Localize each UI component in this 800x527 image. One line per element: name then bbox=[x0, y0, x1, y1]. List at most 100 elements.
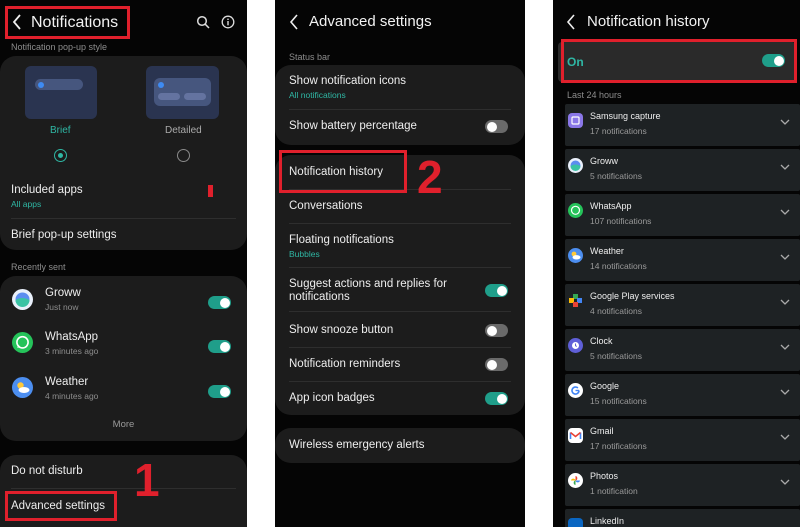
floating-notifications-sub: Bubbles bbox=[289, 249, 320, 259]
notification-history-screen: Notification history On Last 24 hours 3 … bbox=[553, 0, 800, 527]
history-count: 4 notifications bbox=[590, 306, 642, 316]
status-bar-card: Show notification icons All notification… bbox=[275, 65, 525, 145]
back-button[interactable] bbox=[565, 13, 577, 31]
notifications-screen: Notifications Notification pop-up style … bbox=[0, 0, 247, 527]
chevron-down-icon[interactable] bbox=[780, 118, 790, 126]
step-number-2: 2 bbox=[417, 151, 443, 203]
annotation-box-title bbox=[5, 6, 130, 39]
show-battery-percentage[interactable]: Show battery percentage bbox=[289, 120, 417, 132]
recent-app-row-whatsapp[interactable]: WhatsApp 3 minutes ago bbox=[0, 326, 247, 364]
whatsapp-icon bbox=[12, 332, 33, 353]
history-count: 1 notification bbox=[590, 486, 638, 496]
weather-toggle[interactable] bbox=[208, 385, 231, 398]
brief-preview[interactable] bbox=[25, 66, 97, 119]
divider bbox=[289, 311, 511, 312]
badges-toggle[interactable] bbox=[485, 392, 508, 405]
more-button[interactable]: More bbox=[0, 419, 247, 430]
do-not-disturb[interactable]: Do not disturb bbox=[11, 465, 83, 477]
divider bbox=[289, 267, 511, 268]
history-count: 107 notifications bbox=[590, 216, 652, 226]
history-app-name: Gmail bbox=[590, 426, 614, 436]
show-notification-icons[interactable]: Show notification icons bbox=[289, 75, 406, 87]
divider bbox=[289, 109, 511, 110]
divider bbox=[289, 381, 511, 382]
history-app-name: Google Play services bbox=[590, 291, 675, 301]
suggest-actions[interactable]: Suggest actions and replies for notifica… bbox=[289, 278, 469, 304]
chevron-left-icon bbox=[289, 14, 298, 30]
clock-icon bbox=[568, 338, 583, 353]
info-icon bbox=[221, 15, 235, 29]
chevron-down-icon[interactable] bbox=[780, 163, 790, 171]
history-item-linkedin[interactable]: LinkedIn bbox=[565, 509, 800, 527]
groww-toggle[interactable] bbox=[208, 296, 231, 309]
app-icon-badges[interactable]: App icon badges bbox=[289, 392, 375, 404]
popup-style-card: Brief Detailed Included apps All apps Br… bbox=[0, 56, 247, 250]
whatsapp-toggle[interactable] bbox=[208, 340, 231, 353]
section-label-last-24: Last 24 hours bbox=[567, 90, 622, 100]
detailed-label: Detailed bbox=[165, 125, 202, 136]
history-app-name: Groww bbox=[590, 156, 619, 166]
brief-popup-settings[interactable]: Brief pop-up settings bbox=[11, 229, 116, 241]
app-name: Groww bbox=[45, 287, 81, 299]
chevron-down-icon[interactable] bbox=[780, 478, 790, 486]
history-count: 5 notifications bbox=[590, 351, 642, 361]
section-label-popup-style: Notification pop-up style bbox=[11, 42, 108, 52]
history-item-clock[interactable]: Clock 5 notifications bbox=[565, 329, 800, 371]
google-play-services-icon bbox=[568, 293, 583, 308]
chevron-down-icon[interactable] bbox=[780, 298, 790, 306]
show-snooze-button[interactable]: Show snooze button bbox=[289, 324, 393, 336]
gmail-icon bbox=[568, 428, 583, 443]
chevron-down-icon[interactable] bbox=[780, 343, 790, 351]
history-count: 14 notifications bbox=[590, 261, 647, 271]
app-time: 4 minutes ago bbox=[45, 391, 99, 401]
section-label-recently-sent: Recently sent bbox=[11, 262, 66, 272]
reminders-toggle[interactable] bbox=[485, 358, 508, 371]
history-app-name: Google bbox=[590, 381, 620, 391]
info-button[interactable] bbox=[221, 15, 235, 29]
history-item-groww[interactable]: Groww 5 notifications bbox=[565, 149, 800, 191]
history-item-google-play-services[interactable]: Google Play services 4 notifications bbox=[565, 284, 800, 326]
section-label-status-bar: Status bar bbox=[289, 52, 331, 62]
history-item-weather[interactable]: Weather 14 notifications bbox=[565, 239, 800, 281]
google-icon bbox=[568, 383, 583, 398]
search-button[interactable] bbox=[196, 15, 210, 29]
history-item-gmail[interactable]: Gmail 17 notifications bbox=[565, 419, 800, 461]
weather-icon bbox=[12, 377, 33, 398]
annotation-box-history bbox=[279, 150, 407, 193]
conversations-link[interactable]: Conversations bbox=[289, 200, 363, 212]
history-item-samsung-capture[interactable]: Samsung capture 17 notifications bbox=[565, 104, 800, 146]
history-item-whatsapp[interactable]: WhatsApp 107 notifications bbox=[565, 194, 800, 236]
history-item-google[interactable]: Google 15 notifications bbox=[565, 374, 800, 416]
samsung-capture-icon bbox=[568, 113, 583, 128]
step-number-1: 1 bbox=[134, 454, 160, 506]
included-apps-label[interactable]: Included apps bbox=[11, 184, 83, 196]
app-time: 3 minutes ago bbox=[45, 346, 99, 356]
history-item-photos[interactable]: Photos 1 notification bbox=[565, 464, 800, 506]
floating-notifications[interactable]: Floating notifications bbox=[289, 234, 394, 246]
snooze-toggle[interactable] bbox=[485, 324, 508, 337]
brief-radio[interactable] bbox=[54, 149, 67, 162]
advanced-settings-screen: Advanced settings Status bar Show notifi… bbox=[275, 0, 525, 527]
search-icon bbox=[196, 15, 210, 29]
chevron-down-icon[interactable] bbox=[780, 253, 790, 261]
detailed-preview[interactable] bbox=[146, 66, 219, 119]
recent-app-row-weather[interactable]: Weather 4 minutes ago bbox=[0, 371, 247, 409]
detailed-radio[interactable] bbox=[177, 149, 190, 162]
notification-reminders[interactable]: Notification reminders bbox=[289, 358, 400, 370]
history-count: 17 notifications bbox=[590, 126, 647, 136]
suggest-actions-toggle[interactable] bbox=[485, 284, 508, 297]
included-apps-sub: All apps bbox=[11, 199, 42, 209]
battery-toggle[interactable] bbox=[485, 120, 508, 133]
history-app-name: Weather bbox=[590, 246, 624, 256]
annotation-box-advanced bbox=[5, 491, 117, 521]
chevron-down-icon[interactable] bbox=[780, 433, 790, 441]
chevron-down-icon[interactable] bbox=[780, 388, 790, 396]
back-button[interactable] bbox=[288, 13, 300, 31]
wireless-emergency-alerts[interactable]: Wireless emergency alerts bbox=[289, 439, 424, 451]
recent-app-row-groww[interactable]: Groww Just now bbox=[0, 282, 247, 320]
header: Notification history bbox=[553, 0, 800, 44]
photos-icon bbox=[568, 473, 583, 488]
app-name: Weather bbox=[45, 376, 89, 388]
chevron-down-icon[interactable] bbox=[780, 208, 790, 216]
groww-icon bbox=[12, 289, 33, 310]
